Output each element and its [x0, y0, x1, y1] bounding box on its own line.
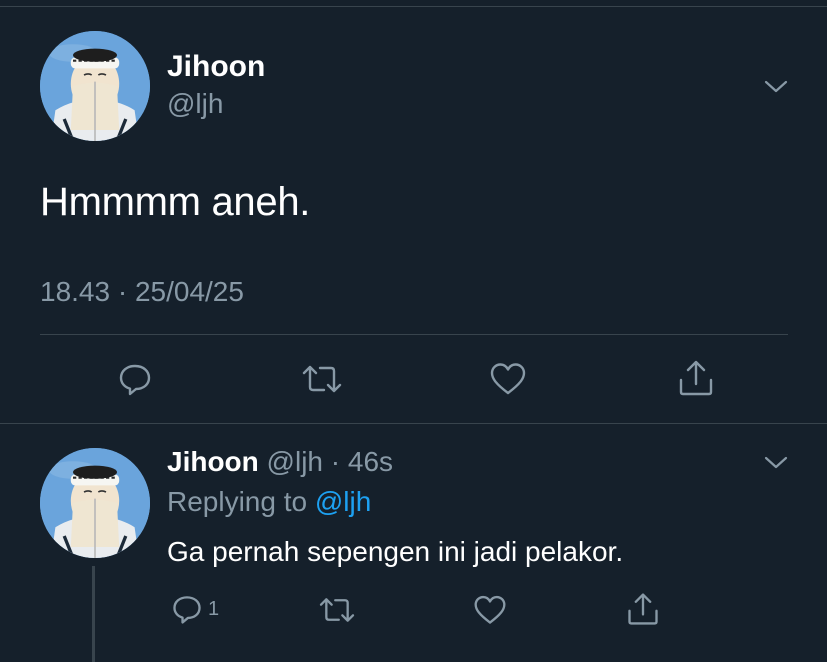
chevron-down-icon[interactable] — [762, 452, 790, 472]
replying-to: Replying to @ljh — [167, 486, 371, 518]
tweet-timestamp[interactable]: 18.43 · 25/04/25 — [40, 276, 244, 308]
chevron-down-icon[interactable] — [762, 76, 790, 96]
retweet-button[interactable] — [317, 594, 357, 626]
replying-prefix: Replying to — [167, 486, 308, 517]
like-button[interactable] — [472, 593, 508, 627]
mention-link[interactable]: @ljh — [315, 486, 371, 517]
reply-author-name[interactable]: Jihoon — [167, 446, 259, 477]
retweet-button[interactable] — [300, 361, 344, 397]
heart-icon — [490, 363, 526, 395]
author-handle[interactable]: @ljh — [167, 88, 223, 120]
reply-text: Ga pernah sepengen ini jadi pelakor. — [167, 536, 624, 567]
author-name[interactable]: Jihoon — [167, 50, 265, 84]
section-divider — [0, 423, 827, 424]
avatar-photo — [40, 448, 150, 558]
reply-avatar[interactable] — [40, 448, 150, 558]
reply-icon — [119, 364, 151, 396]
avatar-photo — [40, 31, 150, 141]
reply-meta[interactable]: @ljh · 46s — [267, 446, 393, 477]
thread-line — [92, 566, 95, 662]
top-divider — [0, 6, 827, 7]
reply-count: 1 — [208, 597, 220, 620]
reply-button[interactable] — [116, 360, 154, 398]
retweet-icon — [319, 598, 355, 622]
reply-button[interactable]: 1 — [170, 592, 219, 626]
share-icon — [628, 593, 658, 625]
share-button[interactable] — [625, 591, 661, 627]
heart-icon — [474, 595, 506, 624]
share-icon — [679, 360, 713, 396]
retweet-icon — [302, 365, 342, 393]
avatar[interactable] — [40, 31, 150, 141]
share-button[interactable] — [676, 358, 716, 398]
tweet-text: Hmmmm aneh. — [40, 180, 311, 224]
like-button[interactable] — [488, 360, 528, 398]
reply-icon — [173, 596, 201, 624]
reply-header: Jihoon @ljh · 46s — [167, 446, 393, 478]
divider — [40, 334, 788, 335]
